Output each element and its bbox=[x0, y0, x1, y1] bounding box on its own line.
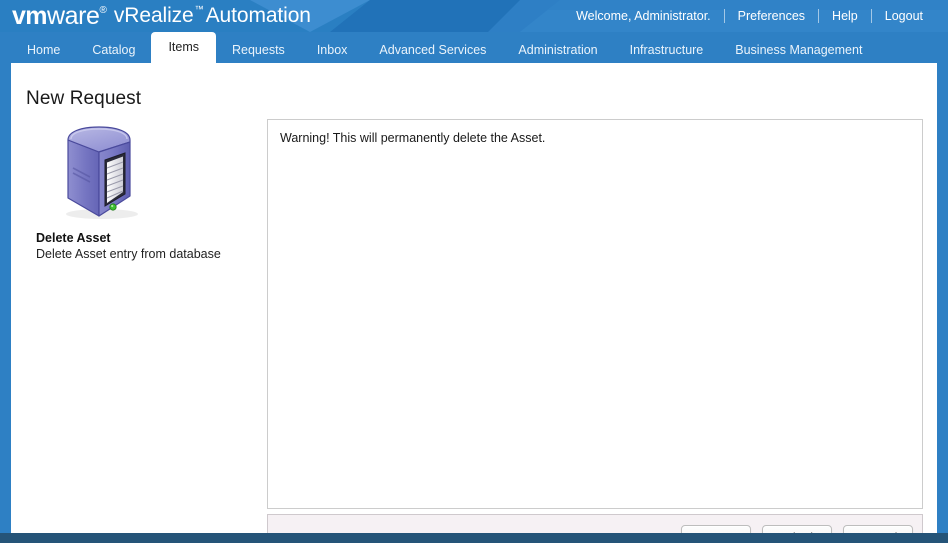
save-button[interactable]: Save bbox=[681, 525, 751, 533]
masthead-links: Welcome, Administrator. Preferences Help… bbox=[563, 0, 936, 32]
product-name: vRealize bbox=[113, 4, 194, 27]
bottom-status-bar bbox=[0, 533, 948, 543]
tab-administration[interactable]: Administration bbox=[502, 38, 613, 63]
primary-navigation-bar: Home Catalog Items Requests Inbox Advanc… bbox=[0, 32, 948, 63]
footer-button-group: Save Submit Cancel bbox=[681, 525, 913, 533]
form-action-footer: Save Submit Cancel bbox=[267, 514, 923, 533]
tab-business-management[interactable]: Business Management bbox=[719, 38, 878, 63]
tab-home[interactable]: Home bbox=[11, 38, 76, 63]
warning-message: Warning! This will permanently delete th… bbox=[280, 131, 546, 145]
catalog-item-description: Delete Asset entry from database bbox=[36, 247, 221, 261]
tab-requests[interactable]: Requests bbox=[216, 38, 301, 63]
tab-advanced-services[interactable]: Advanced Services bbox=[363, 38, 502, 63]
logo-vm-text: vm bbox=[12, 1, 48, 30]
welcome-message: Welcome, Administrator. bbox=[576, 9, 711, 23]
logout-link[interactable]: Logout bbox=[872, 9, 936, 23]
trademark-mark-icon: ™ bbox=[194, 4, 204, 14]
server-tower-icon-graphic bbox=[66, 126, 138, 219]
product-suffix: Automation bbox=[205, 4, 311, 27]
logo-ware-text: ware bbox=[46, 1, 100, 30]
submit-button[interactable]: Submit bbox=[762, 525, 832, 533]
catalog-item-summary: Delete Asset Delete Asset entry from dat… bbox=[24, 118, 262, 261]
content-area: New Request Delete Asset Delete Asset en… bbox=[11, 63, 937, 533]
tab-infrastructure[interactable]: Infrastructure bbox=[614, 38, 720, 63]
cancel-button[interactable]: Cancel bbox=[843, 525, 913, 533]
tab-inbox[interactable]: Inbox bbox=[301, 38, 364, 63]
preferences-link[interactable]: Preferences bbox=[725, 9, 818, 23]
vmware-logo: vm ware ® vRealize ™ Automation bbox=[12, 0, 311, 32]
catalog-item-title: Delete Asset bbox=[36, 231, 111, 245]
nav-tabs: Home Catalog Items Requests Inbox Advanc… bbox=[11, 32, 878, 63]
vra-application-window: vm ware ® vRealize ™ Automation Welcome, Adm… bbox=[0, 0, 948, 543]
masthead: vm ware ® vRealize ™ Automation Welcome, Adm… bbox=[0, 0, 948, 32]
tab-catalog[interactable]: Catalog bbox=[76, 38, 151, 63]
tab-items[interactable]: Items bbox=[151, 32, 216, 63]
help-link[interactable]: Help bbox=[819, 9, 871, 23]
registered-mark-icon: ® bbox=[99, 4, 107, 16]
page-title: New Request bbox=[26, 88, 142, 109]
server-tower-icon bbox=[52, 118, 162, 223]
request-form-panel: Warning! This will permanently delete th… bbox=[267, 119, 923, 509]
